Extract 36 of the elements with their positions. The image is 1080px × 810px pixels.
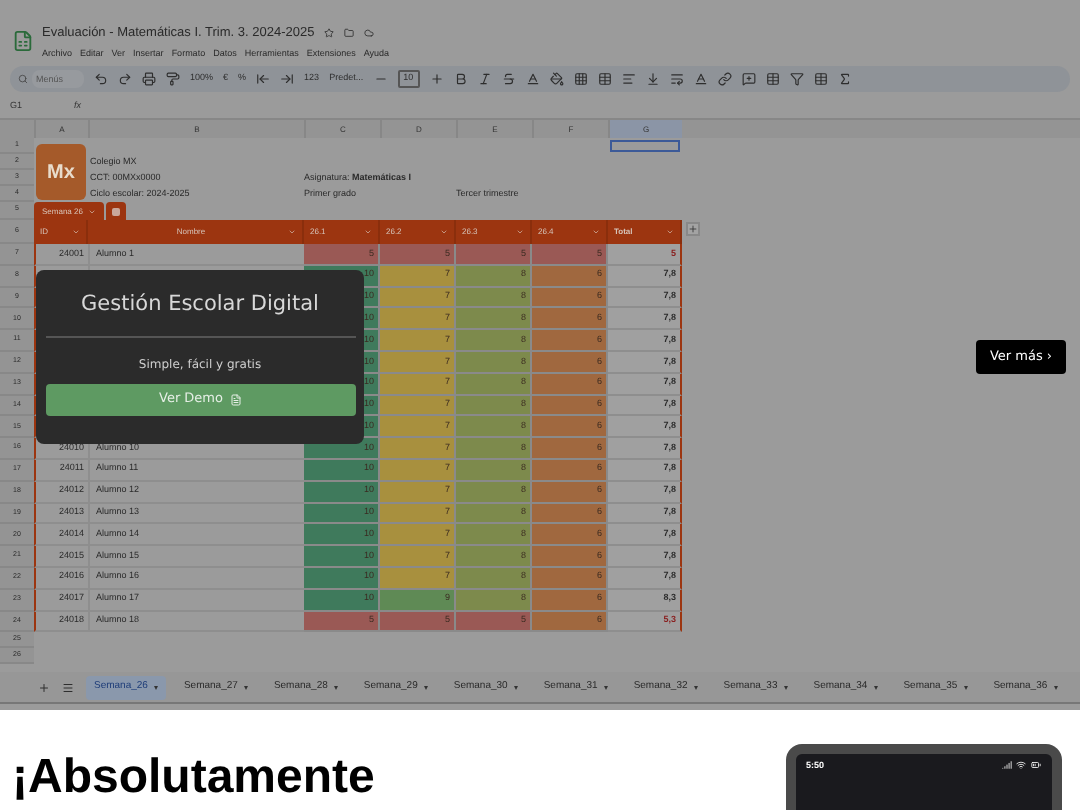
signal-icon [1002, 760, 1012, 770]
align-icon[interactable] [621, 72, 636, 86]
school-logo: Mx [36, 144, 86, 200]
link-icon[interactable] [717, 72, 732, 86]
print-icon[interactable] [142, 72, 156, 86]
text-color-icon[interactable] [525, 72, 540, 86]
undo-icon[interactable] [94, 72, 108, 86]
plus-icon[interactable] [429, 72, 444, 86]
wifi-icon [1016, 760, 1026, 770]
decrease-decimals-icon[interactable] [256, 72, 271, 86]
bold-icon[interactable] [453, 72, 468, 86]
cloud-icon[interactable] [364, 28, 375, 39]
add-sheet-icon[interactable] [38, 681, 50, 693]
fill-color-icon[interactable] [549, 72, 564, 86]
comment-icon[interactable] [741, 72, 756, 86]
filter-icon[interactable] [789, 72, 804, 86]
redo-icon[interactable] [118, 72, 132, 86]
spreadsheet-icon[interactable] [12, 28, 34, 54]
star-icon[interactable] [324, 28, 335, 39]
borders-icon[interactable] [573, 72, 588, 86]
headline: ¡Absolutamente [12, 750, 375, 808]
strikethrough-icon[interactable] [501, 72, 516, 86]
table-view-icon[interactable] [813, 72, 828, 86]
document-icon [229, 393, 241, 406]
selected-cell[interactable] [610, 140, 680, 152]
sheet-list-icon[interactable] [62, 681, 74, 693]
text-rotation-icon[interactable] [693, 72, 708, 86]
wrap-text-icon[interactable] [669, 72, 684, 86]
vertical-align-icon[interactable] [645, 72, 660, 86]
increase-decimals-icon[interactable] [280, 72, 295, 86]
paint-format-icon[interactable] [166, 72, 180, 86]
battery-icon [1030, 760, 1042, 770]
folder-icon[interactable] [344, 28, 355, 39]
functions-icon[interactable] [837, 72, 852, 86]
italic-icon[interactable] [477, 72, 492, 86]
search-icon [18, 74, 28, 84]
